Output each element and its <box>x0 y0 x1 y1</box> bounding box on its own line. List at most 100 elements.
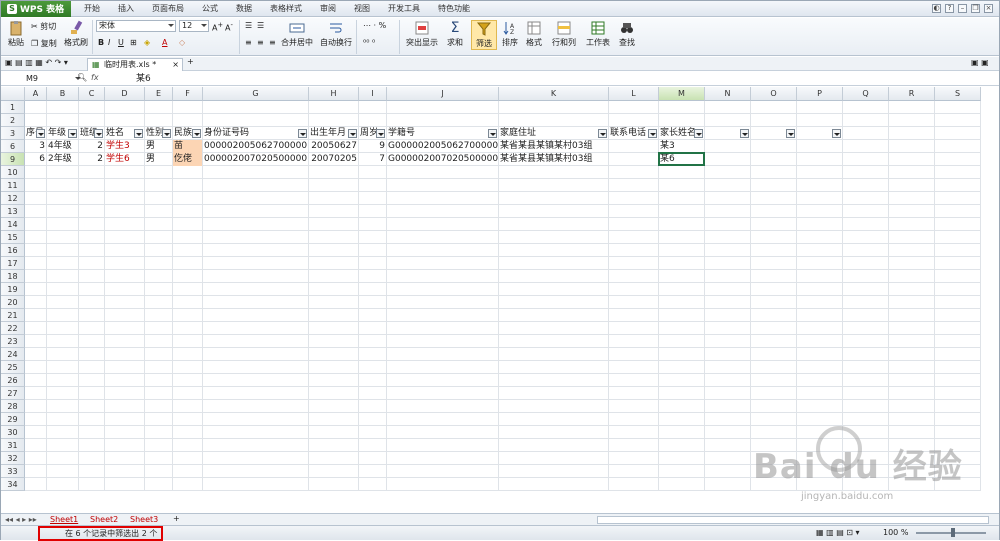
cell-c6[interactable]: 2 <box>79 140 104 153</box>
filter-dropdown-n-icon[interactable] <box>740 129 749 138</box>
filter-dropdown-b-icon[interactable] <box>68 129 77 138</box>
cell-g6[interactable]: 000002005062700000 <box>203 140 308 153</box>
menu-table-style[interactable]: 表格样式 <box>261 1 311 17</box>
row-header-27[interactable]: 27 <box>1 387 25 400</box>
cell-f9[interactable]: 仡佬 <box>173 153 202 166</box>
column-header-a[interactable]: A <box>25 87 47 101</box>
cell-l6[interactable] <box>609 140 658 153</box>
menu-data[interactable]: 数据 <box>227 1 261 17</box>
format-painter-button[interactable]: 格式刷 <box>61 20 91 48</box>
decrease-font-button[interactable]: A- <box>225 21 233 33</box>
sort-button[interactable]: AZ 排序 <box>499 20 521 48</box>
cell-h6[interactable]: 20050627 <box>309 140 358 153</box>
font-size-select[interactable]: 12 <box>179 20 209 32</box>
filter-dropdown-c-icon[interactable] <box>94 129 103 138</box>
row-header-30[interactable]: 30 <box>1 426 25 439</box>
select-all-corner[interactable] <box>1 87 25 101</box>
quick-access-toolbar[interactable]: ▣ ▤ ▥ ▦ ↶ ↷ ▾ <box>5 58 68 67</box>
align-top-button[interactable]: ☰ <box>245 21 252 30</box>
wps-app-button[interactable]: S WPS 表格 <box>1 0 71 17</box>
column-header-r[interactable]: R <box>889 87 935 101</box>
menu-insert[interactable]: 插入 <box>109 1 143 17</box>
column-header-g[interactable]: G <box>203 87 309 101</box>
column-header-f[interactable]: F <box>173 87 203 101</box>
row-header-13[interactable]: 13 <box>1 205 25 218</box>
italic-button[interactable]: I <box>108 38 110 47</box>
cell-k3[interactable]: 家庭住址 <box>499 127 608 140</box>
cell-d6[interactable]: 学生3 <box>105 140 144 153</box>
cell-b6[interactable]: 4年级 <box>47 140 78 153</box>
close-icon[interactable]: × <box>984 4 993 13</box>
formula-input[interactable]: 某6 <box>136 73 151 85</box>
font-name-select[interactable]: 宋体 <box>96 20 176 32</box>
align-right-button[interactable]: ≡ <box>269 38 276 47</box>
sum-button[interactable]: Σ 求和 <box>443 20 467 48</box>
border-button[interactable]: ⊞ <box>130 38 137 47</box>
row-header-33[interactable]: 33 <box>1 465 25 478</box>
filter-dropdown-l-icon[interactable] <box>648 129 657 138</box>
menu-home[interactable]: 开始 <box>75 1 109 17</box>
format-button[interactable]: 格式 <box>523 20 545 48</box>
column-header-p[interactable]: P <box>797 87 843 101</box>
cut-button[interactable]: ✂ 剪切 <box>31 21 56 32</box>
row-header-19[interactable]: 19 <box>1 283 25 296</box>
row-header-22[interactable]: 22 <box>1 322 25 335</box>
column-header-k[interactable]: K <box>499 87 609 101</box>
cell-k9[interactable]: 某省某县某镇某村03组 <box>499 153 608 166</box>
row-header-9[interactable]: 9 <box>1 153 25 166</box>
underline-button[interactable]: U <box>118 38 124 47</box>
row-header-32[interactable]: 32 <box>1 452 25 465</box>
merge-center-button[interactable]: 合并居中 <box>277 20 317 48</box>
add-sheet-button[interactable]: + <box>173 514 180 523</box>
close-tab-icon[interactable]: × <box>172 59 179 71</box>
column-header-l[interactable]: L <box>609 87 659 101</box>
row-header-2[interactable]: 2 <box>1 114 25 127</box>
row-header-1[interactable]: 1 <box>1 101 25 114</box>
row-header-16[interactable]: 16 <box>1 244 25 257</box>
row-header-29[interactable]: 29 <box>1 413 25 426</box>
filter-button[interactable]: 筛选 <box>471 20 497 50</box>
row-header-26[interactable]: 26 <box>1 374 25 387</box>
filter-dropdown-g-icon[interactable] <box>298 129 307 138</box>
zoom-level[interactable]: 100 % <box>883 528 908 537</box>
tab-options-icon[interactable]: ▣ ▣ <box>971 58 989 67</box>
filter-dropdown-a-icon[interactable] <box>36 129 45 138</box>
row-header-10[interactable]: 10 <box>1 166 25 179</box>
cell-c9[interactable]: 2 <box>79 153 104 166</box>
filter-dropdown-j-icon[interactable] <box>488 129 497 138</box>
sheet-tab-3[interactable]: Sheet3 <box>125 514 163 525</box>
column-header-h[interactable]: H <box>309 87 359 101</box>
number-format-button[interactable]: ⋯ · % <box>363 21 386 30</box>
row-header-6[interactable]: 6 <box>1 140 25 153</box>
align-middle-button[interactable]: ☰ <box>257 21 264 30</box>
find-button[interactable]: 查找 <box>615 20 639 48</box>
name-box[interactable]: M9 <box>23 73 81 85</box>
row-header-15[interactable]: 15 <box>1 231 25 244</box>
cell-d9[interactable]: 学生6 <box>105 153 144 166</box>
column-header-q[interactable]: Q <box>843 87 889 101</box>
row-header-25[interactable]: 25 <box>1 361 25 374</box>
filter-dropdown-k-icon[interactable] <box>598 129 607 138</box>
column-header-s[interactable]: S <box>935 87 981 101</box>
cell-f6[interactable]: 苗 <box>173 140 202 153</box>
view-mode-icons[interactable]: ▦ ▥ ▤ ⊡ ▾ <box>816 528 860 537</box>
cell-j3[interactable]: 学籍号 <box>387 127 498 140</box>
filter-dropdown-o-icon[interactable] <box>786 129 795 138</box>
fx-icon[interactable]: fx <box>91 73 99 82</box>
align-left-button[interactable]: ≡ <box>245 38 252 47</box>
row-header-28[interactable]: 28 <box>1 400 25 413</box>
bold-button[interactable]: B <box>98 38 104 47</box>
column-header-c[interactable]: C <box>79 87 105 101</box>
column-header-m[interactable]: M <box>659 87 705 101</box>
document-tab[interactable]: ▦ 临时用表.xls * × <box>87 58 183 71</box>
cell-i9[interactable]: 7 <box>359 153 386 166</box>
cell-b9[interactable]: 2年级 <box>47 153 78 166</box>
cell-a6[interactable]: 3 <box>25 140 46 153</box>
cell-e9[interactable]: 男 <box>145 153 172 166</box>
row-header-11[interactable]: 11 <box>1 179 25 192</box>
row-col-button[interactable]: 行和列 <box>549 20 579 48</box>
decimal-button[interactable]: ⁰⁰ ⁰ <box>363 38 375 47</box>
help-icon[interactable]: ? <box>945 4 954 13</box>
horizontal-scrollbar[interactable] <box>597 516 989 524</box>
clear-format-button[interactable]: ◇ <box>179 38 185 47</box>
